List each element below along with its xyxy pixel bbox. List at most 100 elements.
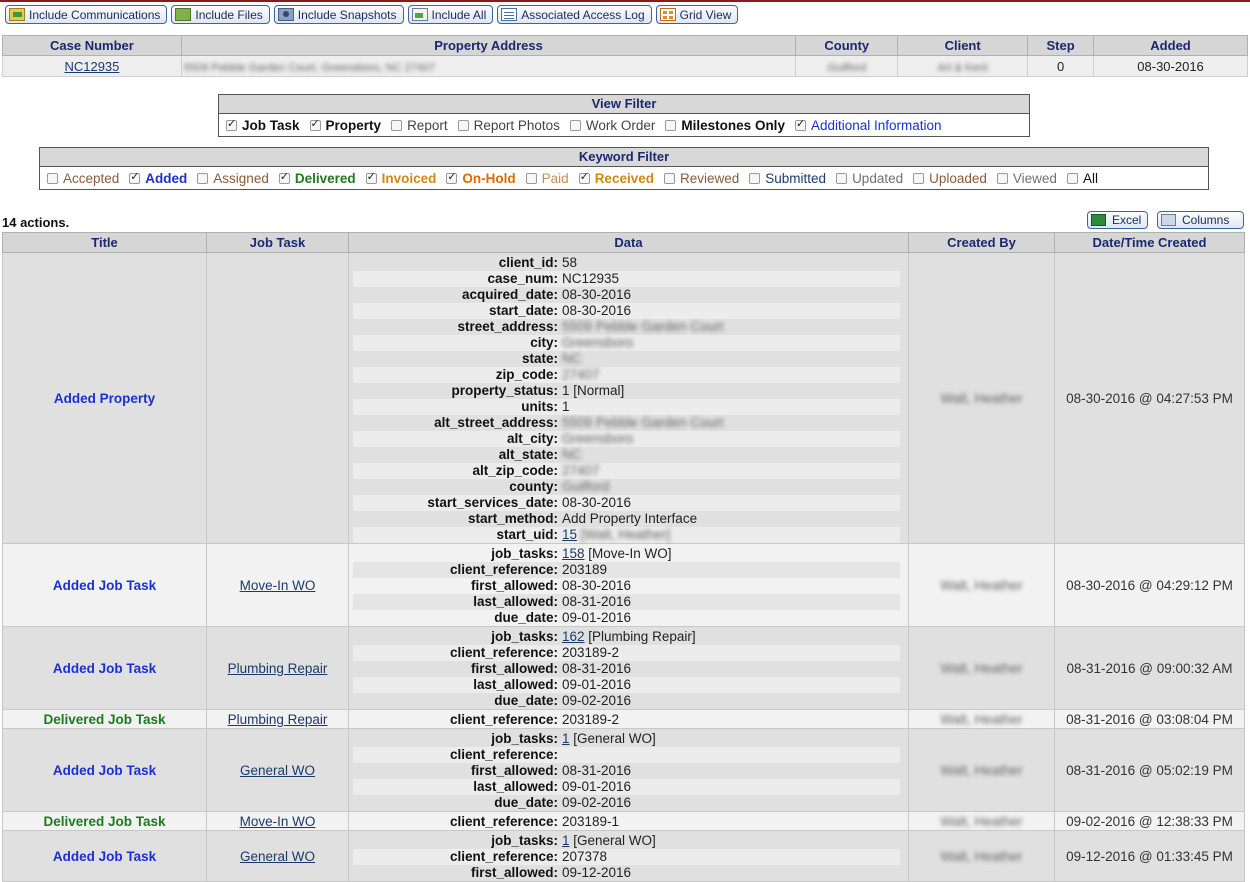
associated-access-log-button[interactable]: Associated Access Log <box>497 5 652 24</box>
job-task-link[interactable]: General WO <box>240 849 315 864</box>
keyword-filter-option[interactable]: Assigned <box>197 171 269 186</box>
data-value: 08-30-2016 <box>562 303 631 319</box>
keyword-filter-checkbox[interactable] <box>446 170 458 184</box>
data-field: client_reference: 203189 <box>353 562 900 578</box>
excel-button[interactable]: Excel <box>1087 211 1149 229</box>
table-row: Delivered Job Task Move-In WO client_refer… <box>2 811 1245 831</box>
created-by-value: Walt, Heather <box>940 813 1023 829</box>
keyword-filter-option[interactable]: Delivered <box>278 170 356 186</box>
grid-view-button[interactable]: Grid View <box>655 5 739 24</box>
keyword-filter-checkbox[interactable] <box>278 170 290 184</box>
keyword-filter-title: Keyword Filter <box>40 148 1208 167</box>
data-link[interactable]: 15 <box>562 527 577 542</box>
data-value-text: 203189-2 <box>562 712 620 727</box>
keyword-filter-checkbox[interactable] <box>365 170 377 184</box>
keyword-filter-checkbox[interactable] <box>578 170 590 184</box>
data-value: 1 [Normal] <box>562 383 624 399</box>
data-link[interactable]: 158 <box>562 546 585 561</box>
view-filter-option[interactable]: Additional Information <box>794 117 942 133</box>
job-task-link[interactable]: Plumbing Repair <box>228 661 328 676</box>
keyword-filter-option-label: Received <box>594 170 654 186</box>
keyword-filter-checkbox[interactable] <box>197 172 209 184</box>
data-link[interactable]: 1 <box>562 731 570 746</box>
job-task-link[interactable]: General WO <box>240 763 315 778</box>
view-filter-option[interactable]: Milestones Only <box>665 118 785 133</box>
data-cell: client_reference: 203189-1 <box>348 811 909 831</box>
keyword-filter-checkbox[interactable] <box>47 172 58 184</box>
data-value-text: 5509 Pebble Garden Court <box>562 319 724 334</box>
data-value: 15 [Walt, Heather] <box>562 527 670 543</box>
include-snapshots-button[interactable]: Include Snapshots <box>273 5 404 24</box>
keyword-filter-option[interactable]: Received <box>578 170 654 186</box>
data-field: alt_state: NC <box>353 447 900 463</box>
data-field: client_reference: <box>353 747 900 763</box>
data-field: due_date: 09-02-2016 <box>353 693 900 709</box>
case-number-link[interactable]: NC12935 <box>64 59 119 74</box>
keyword-filter-option[interactable]: On-Hold <box>446 170 516 186</box>
job-task-link[interactable]: Move-In WO <box>240 578 316 593</box>
client-value: Art & Kent <box>937 61 988 74</box>
keyword-filter-option[interactable]: Updated <box>836 171 903 186</box>
keyword-filter-checkbox[interactable] <box>1066 172 1078 184</box>
view-filter-checkbox[interactable] <box>457 119 469 131</box>
data-link[interactable]: 162 <box>562 629 585 644</box>
keyword-filter-option[interactable]: Invoiced <box>365 170 436 186</box>
include-files-button[interactable]: Include Files <box>171 5 270 24</box>
view-filter-option[interactable]: Job Task <box>226 117 300 133</box>
include-all-button[interactable]: Include All <box>407 5 494 24</box>
keyword-filter-option[interactable]: Paid <box>525 171 569 186</box>
columns-button[interactable]: Columns <box>1157 211 1244 229</box>
keyword-filter-checkbox[interactable] <box>525 172 537 184</box>
keyword-filter-option[interactable]: Viewed <box>996 171 1057 186</box>
view-filter-option-label: Property <box>325 117 382 133</box>
view-filter-checkbox[interactable] <box>794 117 806 131</box>
data-key: city: <box>530 335 558 350</box>
view-filter-option[interactable]: Property <box>309 117 382 133</box>
data-field: client_reference: 203189-2 <box>353 645 900 661</box>
data-field: client_reference: 203189-1 <box>353 814 900 830</box>
keyword-filter-option[interactable]: All <box>1066 171 1098 186</box>
columns-icon <box>1161 214 1176 226</box>
view-filter-checkbox[interactable] <box>665 119 677 131</box>
data-key: last_allowed: <box>473 779 558 794</box>
action-title: Added Job Task <box>52 848 157 864</box>
keyword-filter-checkbox[interactable] <box>663 172 675 184</box>
keyword-filter-checkbox[interactable] <box>913 172 925 184</box>
data-value-text: NC <box>562 351 582 366</box>
keyword-filter-option[interactable]: Uploaded <box>913 171 987 186</box>
keyword-filter-checkbox[interactable] <box>836 172 848 184</box>
keyword-filter-option[interactable]: Accepted <box>47 171 119 186</box>
data-key: first_allowed: <box>470 763 558 778</box>
job-task-link[interactable]: Move-In WO <box>240 814 316 829</box>
data-link[interactable]: 1 <box>562 833 570 848</box>
data-field: street_address: 5509 Pebble Garden Court <box>353 319 900 335</box>
data-value: 5509 Pebble Garden Court <box>562 319 723 335</box>
data-field: job_tasks: 162 [Plumbing Repair] <box>353 629 900 645</box>
view-filter-option[interactable]: Work Order <box>569 118 655 133</box>
title-cell: Added Job Task <box>2 728 207 812</box>
keyword-filter-checkbox[interactable] <box>996 172 1008 184</box>
created-by-cell: Walt, Heather <box>908 252 1055 544</box>
view-filter-title: View Filter <box>219 95 1029 114</box>
data-field: alt_city: Greensboro <box>353 431 900 447</box>
view-filter-checkbox[interactable] <box>391 119 403 131</box>
include-communications-button[interactable]: Include Communications <box>5 5 168 24</box>
view-filter-checkbox[interactable] <box>569 119 581 131</box>
keyword-filter-checkbox[interactable] <box>749 172 761 184</box>
data-key: case_num: <box>487 271 558 286</box>
view-filter-checkbox[interactable] <box>226 117 237 131</box>
case-number-header: Case Number <box>2 35 182 56</box>
view-filter-checkbox[interactable] <box>309 117 321 131</box>
keyword-filter-option[interactable]: Submitted <box>749 171 826 186</box>
view-filter-option[interactable]: Report <box>391 118 448 133</box>
keyword-filter-option[interactable]: Added <box>129 170 187 186</box>
data-value: 08-31-2016 <box>562 594 631 610</box>
title-cell: Delivered Job Task <box>2 811 207 831</box>
data-value: 08-31-2016 <box>562 763 631 779</box>
data-key: start_uid: <box>496 527 558 542</box>
job-task-link[interactable]: Plumbing Repair <box>228 712 328 727</box>
keyword-filter-checkbox[interactable] <box>129 170 141 184</box>
keyword-filter-option[interactable]: Reviewed <box>663 171 739 186</box>
view-filter-option[interactable]: Report Photos <box>457 118 560 133</box>
data-value: 1 [General WO] <box>562 731 656 747</box>
